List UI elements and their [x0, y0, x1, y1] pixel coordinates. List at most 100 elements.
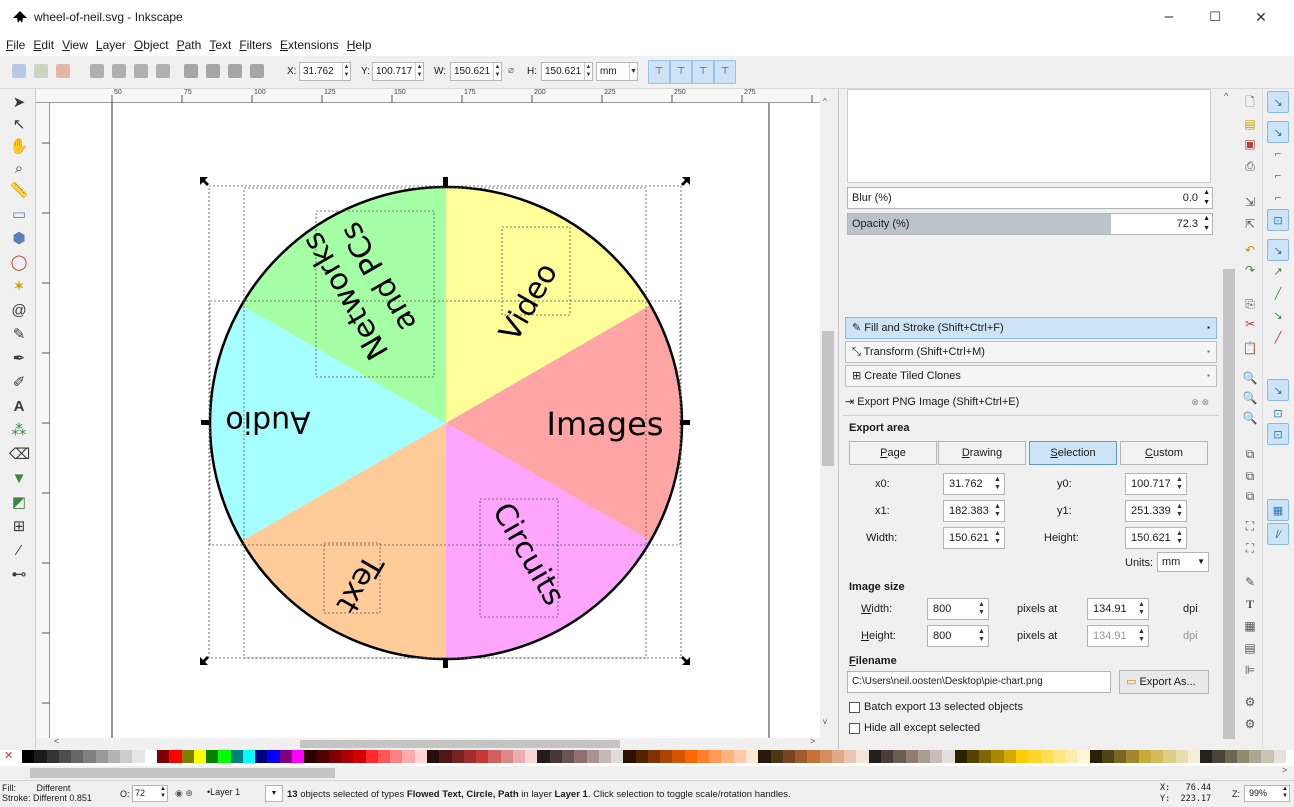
paste-icon[interactable]: 📋	[1241, 339, 1259, 357]
cut-icon[interactable]: ✂	[1241, 315, 1259, 333]
eraser-tool-icon[interactable]: ⌫	[9, 445, 30, 465]
snap-page-icon[interactable]: ▦	[1267, 499, 1289, 521]
palette-swatch[interactable]	[390, 750, 403, 763]
undo-icon[interactable]: ↶	[1241, 241, 1259, 259]
duplicate-icon[interactable]: ⧉	[1241, 445, 1259, 463]
snap-grid-icon[interactable]: /∕	[1267, 523, 1289, 545]
palette-swatch[interactable]	[819, 750, 833, 763]
export-doc-icon[interactable]: ⇱	[1241, 215, 1259, 233]
save-icon[interactable]: ▣	[1241, 135, 1259, 153]
palette-swatch[interactable]	[1028, 750, 1042, 763]
palette-swatch[interactable]	[954, 750, 968, 763]
y-input[interactable]: 100.717 ▲ ▼	[372, 62, 424, 81]
menu-help[interactable]: Help	[343, 34, 376, 56]
dropper-tool-icon[interactable]: ⁄	[9, 541, 29, 561]
snap-path-icon[interactable]: ↗	[1267, 261, 1289, 283]
palette-swatch[interactable]	[488, 750, 502, 763]
print-icon[interactable]: ⎙	[1241, 157, 1259, 175]
palette-swatch[interactable]	[1151, 750, 1164, 763]
palette-swatch[interactable]	[451, 750, 465, 763]
ungroup-icon[interactable]: ⛶	[1241, 539, 1259, 557]
layers-icon[interactable]: ▦	[1241, 617, 1259, 635]
new-document-icon[interactable]: 🗋	[1241, 93, 1259, 111]
menu-edit[interactable]: Edit	[29, 34, 58, 56]
palette-swatch[interactable]	[22, 750, 35, 763]
xml-editor-icon[interactable]: ▤	[1241, 639, 1259, 657]
palette-swatch[interactable]	[917, 750, 931, 763]
palette-swatch[interactable]	[1077, 750, 1091, 763]
node-tool-icon[interactable]: ↖	[9, 115, 29, 135]
palette-swatch[interactable]	[537, 750, 551, 763]
menu-text[interactable]: Text	[205, 34, 235, 56]
tab-drawing[interactable]: Drawing	[938, 441, 1026, 465]
palette-swatch[interactable]	[1126, 750, 1140, 763]
palette-swatch[interactable]	[279, 750, 293, 763]
palette-swatch[interactable]	[132, 750, 146, 763]
palette-swatch[interactable]	[1016, 750, 1029, 763]
palette-swatch[interactable]	[881, 750, 894, 763]
open-icon[interactable]: ▤	[1241, 115, 1259, 133]
palette-swatch[interactable]	[746, 750, 759, 763]
snap-enable-icon[interactable]: ↘	[1267, 91, 1289, 113]
palette-swatch[interactable]	[1065, 750, 1078, 763]
palette-swatch[interactable]	[95, 750, 109, 763]
palette-swatch[interactable]	[868, 750, 882, 763]
palette-swatch[interactable]	[758, 750, 772, 763]
palette-scrollbar[interactable]: >	[0, 765, 1294, 780]
color-palette[interactable]: ✕	[0, 750, 1294, 766]
palette-swatch[interactable]	[1224, 750, 1238, 763]
calligraphy-tool-icon[interactable]: ✐	[9, 373, 29, 393]
palette-swatch[interactable]	[169, 750, 183, 763]
palette-swatch[interactable]	[770, 750, 784, 763]
zoom-tool-icon[interactable]: ⌕	[9, 159, 29, 179]
palette-swatch[interactable]	[107, 750, 121, 763]
dialog-transform[interactable]: ⤡ Transform (Shift+Ctrl+M) ▪	[845, 341, 1217, 363]
palette-swatch[interactable]	[598, 750, 612, 763]
import-icon[interactable]: ⇲	[1241, 193, 1259, 211]
palette-swatch[interactable]	[439, 750, 452, 763]
pencil-tool-icon[interactable]: ✎	[9, 325, 29, 345]
y1-input[interactable]: 251.339 ▲ ▼	[1125, 500, 1187, 522]
unit-select[interactable]: mm ▼	[596, 62, 638, 81]
palette-swatch[interactable]	[512, 750, 526, 763]
snap-others-icon[interactable]: ↘	[1267, 379, 1289, 401]
measure-tool-icon[interactable]: 📏	[9, 181, 29, 201]
select-all-icon[interactable]	[12, 64, 26, 78]
palette-swatch[interactable]	[1187, 750, 1201, 763]
image-height-input[interactable]: 800 ▲ ▼	[927, 625, 989, 647]
close-button[interactable]: ✕	[1238, 0, 1284, 34]
units-select[interactable]: mm ▼	[1157, 552, 1209, 572]
palette-swatch[interactable]	[230, 750, 244, 763]
zoom-input[interactable]: 99% ▲ ▼	[1244, 785, 1290, 802]
batch-export-checkbox[interactable]	[849, 702, 860, 713]
h-input[interactable]: 150.621 ▲ ▼	[541, 62, 593, 81]
canvas-vertical-scrollbar[interactable]: ^ v	[820, 89, 836, 738]
palette-swatch[interactable]	[1249, 750, 1262, 763]
menu-extensions[interactable]: Extensions	[276, 34, 343, 56]
x1-input[interactable]: 182.383 ▲ ▼	[943, 500, 1005, 522]
3d-box-tool-icon[interactable]: ⬢	[9, 229, 29, 249]
menu-filters[interactable]: Filters	[235, 34, 276, 56]
move-patterns-toggle[interactable]: ⊤	[714, 60, 736, 84]
menu-path[interactable]: Path	[173, 34, 206, 56]
gradient-tool-icon[interactable]: ◩	[9, 493, 29, 513]
palette-swatch[interactable]	[206, 750, 219, 763]
palette-swatch[interactable]	[795, 750, 808, 763]
menu-layer[interactable]: Layer	[92, 34, 130, 56]
palette-swatch[interactable]	[304, 750, 318, 763]
rectangle-tool-icon[interactable]: ▭	[9, 205, 29, 225]
tab-page[interactable]: Page	[849, 441, 937, 465]
left-ruler[interactable]	[36, 103, 50, 738]
mesh-tool-icon[interactable]: ⊞	[9, 517, 29, 537]
palette-swatch[interactable]	[893, 750, 907, 763]
preferences-icon[interactable]: ⚙	[1241, 693, 1259, 711]
snap-bbox-center-icon[interactable]: ⊡	[1267, 209, 1289, 231]
clone-icon[interactable]: ⧉	[1241, 467, 1259, 485]
spiral-tool-icon[interactable]: @	[9, 301, 29, 321]
rotate-cw-icon[interactable]	[112, 64, 126, 78]
hide-all-checkbox[interactable]	[849, 723, 860, 734]
palette-swatch[interactable]	[696, 750, 710, 763]
palette-swatch[interactable]	[83, 750, 97, 763]
palette-swatch[interactable]	[181, 750, 195, 763]
snap-rotation-center-icon[interactable]: ⊡	[1267, 423, 1289, 445]
